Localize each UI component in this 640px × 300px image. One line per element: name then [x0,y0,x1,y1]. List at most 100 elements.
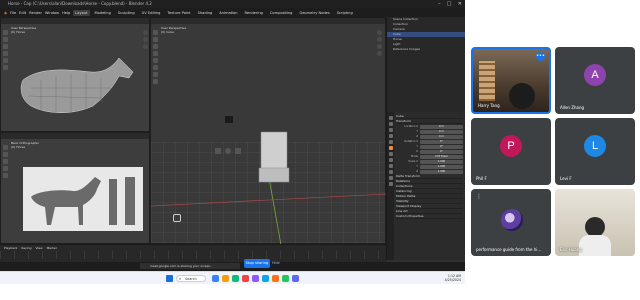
timeline-menu-marker[interactable]: Marker [47,246,57,250]
tab-sculpting[interactable]: Sculpting [116,10,137,16]
field-value[interactable]: 1.000 [420,164,463,169]
tab-geometry-nodes[interactable]: Geometry Nodes [297,10,331,16]
blender-logo-icon[interactable]: ◉ [4,11,7,15]
tab-layout[interactable]: Layout [73,9,90,16]
participant-tile[interactable]: ⋮ performance guide from the hi... [471,189,551,256]
tool-tab-icon[interactable] [388,116,393,120]
field-value[interactable]: 0° [420,139,463,144]
reference-image-panel[interactable] [23,167,143,231]
tab-uv-editing[interactable]: UV Editing [140,10,163,16]
tab-shading[interactable]: Shading [196,10,215,16]
stop-sharing-button[interactable]: Stop sharing [244,259,270,268]
menu-window[interactable]: Window [45,11,59,15]
tab-animation[interactable]: Animation [217,10,239,16]
field-value[interactable]: 0 m [420,124,463,129]
tab-scripting[interactable]: Scripting [335,10,355,16]
cursor-tool-icon[interactable] [3,152,8,157]
taskbar-app-icon[interactable] [262,275,269,282]
participant-name: Harry Tang [478,103,500,108]
property-sections: Delta Transform Relations Collections Insta… [396,174,463,219]
participant-name: Phil F [476,176,487,181]
field-label: Scale X [408,160,418,163]
tab-rendering[interactable]: Rendering [243,10,265,16]
tab-compositing[interactable]: Compositing [268,10,295,16]
timeline-menu-keying[interactable]: Keying [21,246,31,250]
constraints-tab-icon[interactable] [388,170,393,174]
box-select-icon[interactable] [215,148,221,154]
participant-name: Levi F [560,176,572,181]
timeline-menu-view[interactable]: View [35,246,42,250]
output-tab-icon[interactable] [388,128,393,132]
circle-select-icon[interactable] [225,148,231,154]
viewport-main[interactable]: User Perspective (0) Cube [150,17,387,245]
view-object: (0) Horse [11,145,25,149]
taskbar-app-icon[interactable] [222,275,229,282]
field-value[interactable]: 0 m [420,134,463,139]
field-value[interactable]: XYZ Euler [420,154,463,159]
properties-panel: Cube Transform Location X0 mY0 mZ0 m Rota… [386,112,465,260]
select-tool-icon[interactable] [3,145,8,150]
field-value[interactable]: 0° [420,149,463,154]
person-head [509,83,535,109]
scene-tab-icon[interactable] [388,134,393,138]
participant-tile[interactable]: P Phil F [471,118,551,185]
outliner-item-reference-images[interactable]: Reference Images [387,47,465,52]
taskbar-app-icon[interactable] [282,275,289,282]
more-options-icon[interactable]: ⋮ [476,193,482,200]
menu-help[interactable]: Help [62,11,70,15]
tab-texture-paint[interactable]: Texture Paint [165,10,192,16]
participant-name: Allen Zhang [560,105,585,110]
taskbar-app-icon[interactable] [252,275,259,282]
object-tab-icon[interactable] [388,146,393,150]
viewport-bottom-left[interactable]: Back Orthographic (0) Horse [0,132,150,244]
move-tool-icon[interactable] [3,159,8,164]
close-icon[interactable]: ✕ [458,0,462,8]
field-label: Z [416,150,418,153]
modifier-tab-icon[interactable] [388,152,393,156]
person-body [579,235,611,256]
participant-tile[interactable]: L Levi F [555,118,635,185]
menu-edit[interactable]: Edit [19,11,26,15]
taskbar-search[interactable]: ⌕ Search [176,275,206,282]
taskbar-app-icon[interactable] [212,275,219,282]
horse-mesh-perspective[interactable] [1,18,151,133]
search-icon: ⌕ [179,276,182,281]
outliner-panel: Scene Collection Collection Camera Cube … [386,17,465,112]
participant-tile[interactable]: ••• Harry Tang [471,47,551,114]
physics-tab-icon[interactable] [388,164,393,168]
rotate-tool-icon[interactable] [3,166,8,171]
render-tab-icon[interactable] [388,122,393,126]
property-section[interactable]: Custom Properties [396,214,463,219]
timeline-ruler[interactable] [0,251,386,259]
participant-name: performance guide from the hi... [476,247,542,252]
minimize-icon[interactable]: – [438,0,441,8]
particles-tab-icon[interactable] [388,158,393,162]
system-tray[interactable]: 1:12 AM 4/25/2024 [445,274,461,282]
menu-file[interactable]: File [10,11,16,15]
scene-geometry[interactable] [151,18,387,245]
timeline-menu-playback[interactable]: Playback [4,246,17,250]
taskbar-app-icon[interactable] [292,275,299,282]
participant-tile[interactable]: Eric Huang [555,189,635,256]
field-label: Location X [404,125,418,128]
taskbar-app-icon[interactable] [272,275,279,282]
lasso-select-icon[interactable] [235,148,241,154]
menu-render[interactable]: Render [29,11,42,15]
tab-modeling[interactable]: Modeling [93,10,113,16]
clock-date: 4/25/2024 [444,278,461,282]
viewport-top-left[interactable]: User Perspective (0) Horse [0,17,150,132]
hide-button[interactable]: Hide [272,261,280,265]
world-tab-icon[interactable] [388,140,393,144]
field-value[interactable]: 0° [420,144,463,149]
scale-tool-icon[interactable] [3,173,8,178]
participant-tile[interactable]: A Allen Zhang [555,47,635,114]
material-tab-icon[interactable] [388,182,393,186]
field-value[interactable]: 0 m [420,129,463,134]
data-tab-icon[interactable] [388,176,393,180]
field-value[interactable]: 1.000 [420,159,463,164]
start-icon[interactable] [166,275,173,282]
field-value[interactable]: 1.000 [420,169,463,174]
taskbar-app-icon[interactable] [232,275,239,282]
taskbar-app-icon[interactable] [242,275,249,282]
maximize-icon[interactable]: □ [447,0,452,8]
